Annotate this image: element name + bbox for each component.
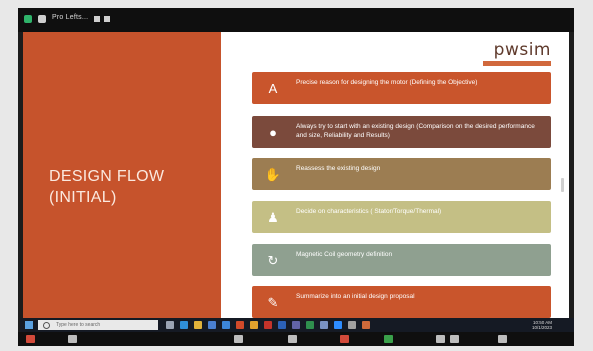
step-text: Summarize into an initial design proposa…: [296, 293, 415, 300]
step-box: ✎ Summarize into an initial design propo…: [252, 286, 551, 318]
pwsim-logo: pwsim: [483, 40, 551, 66]
window-title-bar: Pro Lefts...: [18, 8, 574, 32]
chrome-icon[interactable]: [250, 321, 258, 329]
mail-icon[interactable]: [222, 321, 230, 329]
meeting-window: Pro Lefts... DESIGN FLOW (INITIAL) pwsim…: [18, 8, 574, 344]
slide-heading: DESIGN FLOW (INITIAL): [49, 166, 164, 208]
refresh-icon: ↻: [267, 252, 279, 268]
step-text: Magnetic Coil geometry definition: [296, 251, 393, 258]
task-view-icon[interactable]: [166, 321, 174, 329]
taskbar-search-input[interactable]: Type here to search: [38, 320, 158, 330]
search-placeholder: Type here to search: [56, 322, 101, 328]
windows-taskbar: Type here to search 10:50 AM 10/1/2023: [20, 318, 574, 332]
presentation-slide: DESIGN FLOW (INITIAL) pwsim A Precise re…: [23, 32, 569, 320]
app-icon-extra-2[interactable]: [348, 321, 356, 329]
step-box: ● Always try to start with an existing d…: [252, 116, 551, 148]
security-icon[interactable]: [234, 335, 243, 343]
zoom-icon[interactable]: [334, 321, 342, 329]
reactions-icon[interactable]: [450, 335, 459, 343]
user-icon: ♟: [267, 209, 279, 225]
chat-icon[interactable]: [340, 335, 349, 343]
window-title: Pro Lefts...: [52, 14, 89, 21]
logo-text: pwsim: [493, 40, 551, 60]
teams-icon[interactable]: [292, 321, 300, 329]
step-box: ✋ Reassess the existing design: [252, 158, 551, 190]
window-icon: [38, 15, 46, 23]
gear-icon: ●: [269, 124, 277, 140]
step-box: A Precise reason for designing the motor…: [252, 72, 551, 104]
search-icon: [43, 322, 50, 329]
video-icon[interactable]: [68, 335, 77, 343]
close-icon[interactable]: [104, 16, 110, 22]
step-text: Precise reason for designing the motor (…: [296, 79, 478, 86]
word-icon[interactable]: [278, 321, 286, 329]
acrobat-icon[interactable]: [264, 321, 272, 329]
share-screen-icon[interactable]: [384, 335, 393, 343]
slide-heading-line1: DESIGN FLOW: [49, 168, 165, 185]
mic-icon[interactable]: [26, 335, 35, 343]
step-box: ↻ Magnetic Coil geometry definition: [252, 244, 551, 276]
clock-date: 10/1/2023: [531, 325, 552, 330]
app-icon-extra-3[interactable]: [362, 321, 370, 329]
powerpoint-icon[interactable]: [236, 321, 244, 329]
participants-icon[interactable]: [288, 335, 297, 343]
app-icon-extra[interactable]: [320, 321, 328, 329]
taskbar-clock[interactable]: 10:50 AM 10/1/2023: [532, 320, 552, 330]
pencil-icon: ✎: [267, 294, 279, 310]
excel-icon[interactable]: [306, 321, 314, 329]
record-icon[interactable]: [436, 335, 445, 343]
slide-heading-line2: (INITIAL): [49, 189, 117, 206]
step-box: ♟ Decide on characteristics ( Stator/Tor…: [252, 201, 551, 233]
slide-left-panel: DESIGN FLOW (INITIAL): [23, 32, 221, 320]
meeting-controls-bar: [18, 332, 574, 346]
step-text: Reassess the existing design: [296, 165, 381, 172]
hand-icon: ✋: [264, 166, 282, 182]
side-panel-handle[interactable]: [561, 178, 564, 192]
file-explorer-icon[interactable]: [194, 321, 202, 329]
app-icon: [24, 15, 32, 23]
step-text: Decide on characteristics ( Stator/Torqu…: [296, 208, 442, 215]
store-icon[interactable]: [208, 321, 216, 329]
windows-start-icon[interactable]: [25, 321, 33, 329]
more-icon[interactable]: [498, 335, 507, 343]
text-a-icon: A: [268, 80, 278, 96]
step-text: Always try to start with an existing des…: [296, 123, 535, 139]
logo-underline: [483, 61, 551, 66]
minimize-icon[interactable]: [94, 16, 100, 22]
edge-icon[interactable]: [180, 321, 188, 329]
